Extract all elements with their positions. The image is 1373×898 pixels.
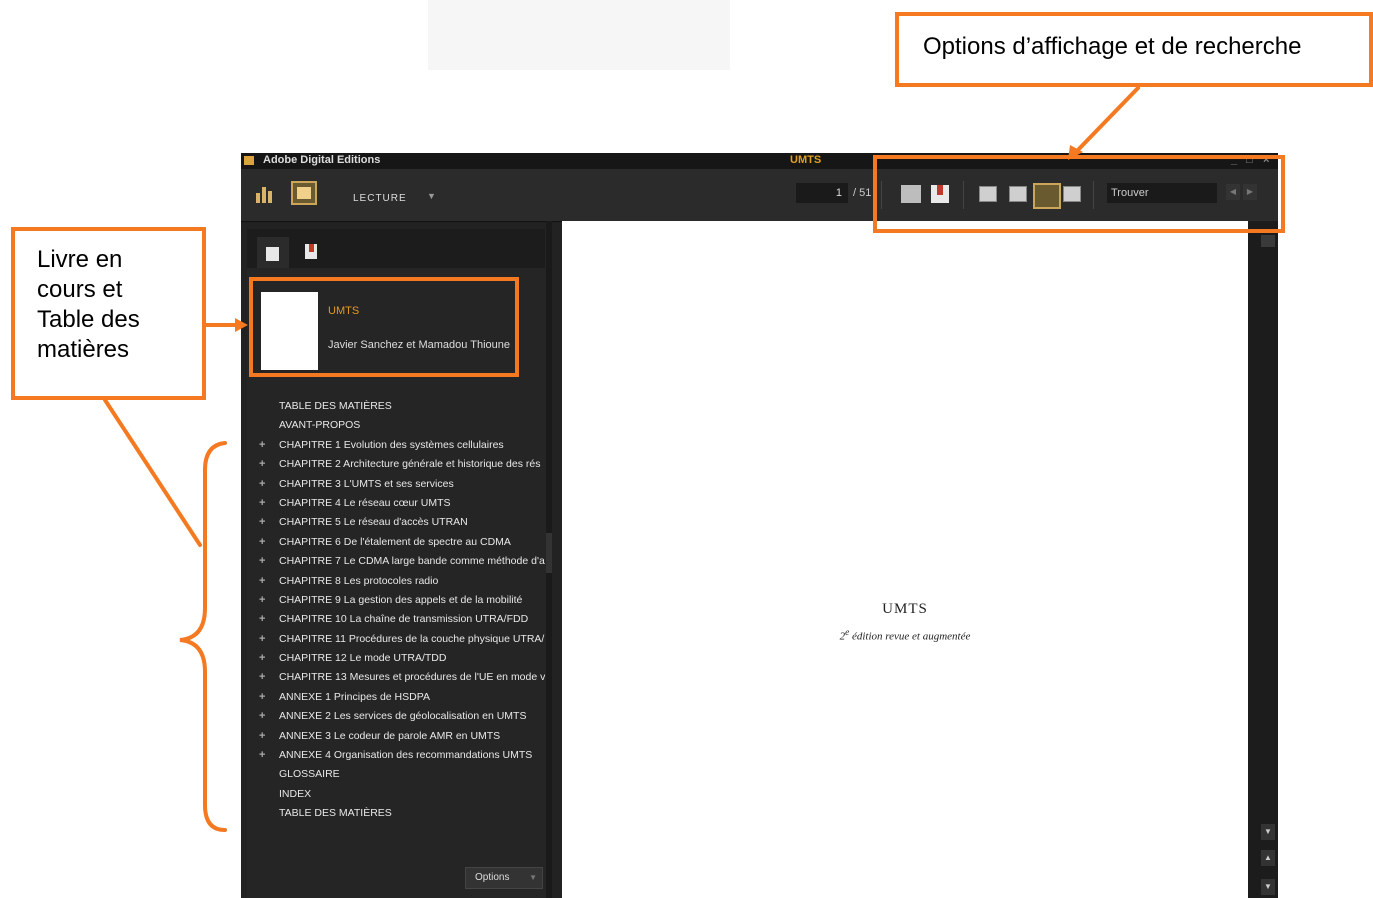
arrowhead xyxy=(235,318,248,332)
annotation-arrows xyxy=(103,86,1140,832)
toc-brace xyxy=(179,441,227,832)
options-arrow xyxy=(1074,86,1140,154)
callout-connector-line xyxy=(103,398,202,547)
